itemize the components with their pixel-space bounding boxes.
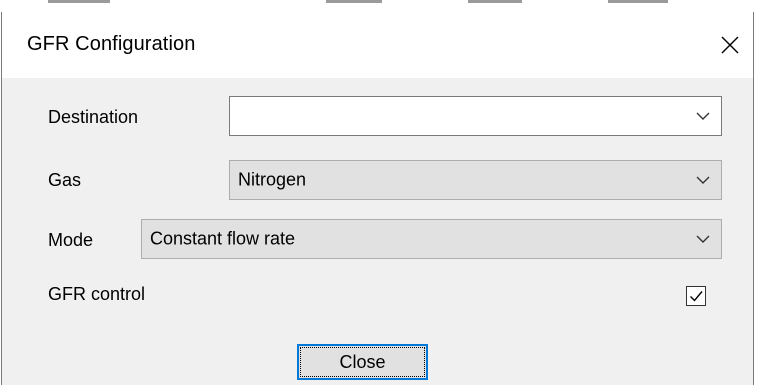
title-bar: GFR Configuration — [2, 12, 753, 78]
mode-value: Constant flow rate — [150, 228, 296, 249]
gas-combobox[interactable]: Nitrogen — [229, 160, 722, 200]
checkmark-icon — [690, 291, 703, 302]
gfr-control-label: GFR control — [48, 284, 146, 304]
destination-combobox[interactable] — [229, 96, 722, 136]
close-button[interactable]: Close — [297, 344, 428, 380]
chevron-down-icon — [695, 234, 711, 244]
gfr-configuration-dialog: GFR Configuration Destination Gas Nitrog… — [1, 12, 754, 385]
gas-label: Gas — [48, 170, 82, 190]
dialog-title: GFR Configuration — [27, 33, 196, 55]
close-button-label: Close — [300, 347, 425, 377]
chevron-down-icon — [695, 111, 711, 121]
background-window-edge — [0, 0, 758, 12]
chevron-down-icon — [695, 175, 711, 185]
gfr-control-checkbox[interactable] — [686, 286, 706, 306]
mode-label: Mode — [48, 230, 94, 250]
destination-label: Destination — [48, 107, 139, 127]
gas-value: Nitrogen — [238, 169, 307, 190]
mode-combobox[interactable]: Constant flow rate — [141, 219, 722, 259]
close-icon[interactable] — [710, 25, 750, 65]
screen: GFR Configuration Destination Gas Nitrog… — [0, 0, 758, 385]
